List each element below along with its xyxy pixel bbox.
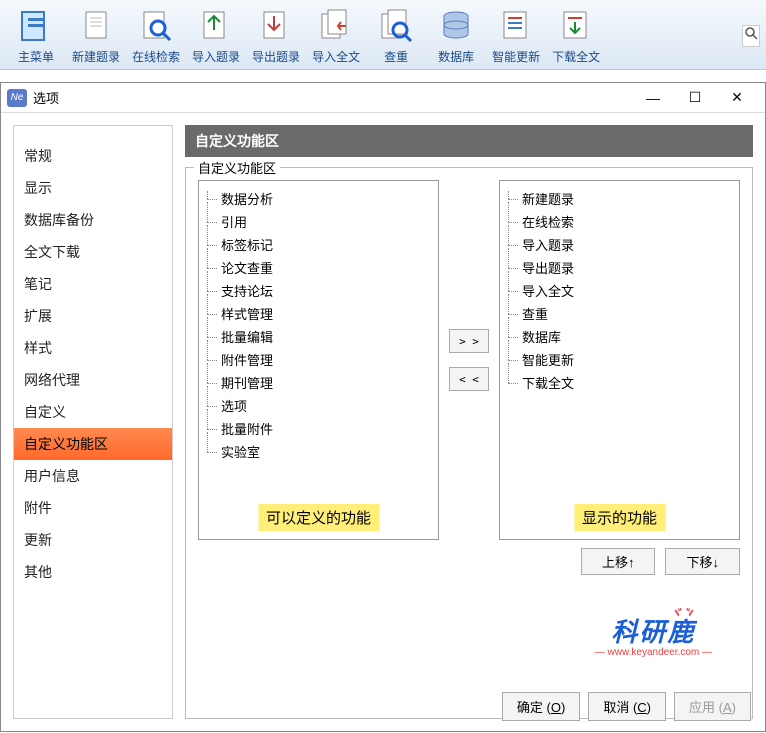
move-right-button[interactable]: > > (449, 329, 489, 353)
list-item[interactable]: 期刊管理 (203, 371, 434, 394)
options-sidebar: 常规显示数据库备份全文下载笔记扩展样式网络代理自定义自定义功能区用户信息附件更新… (13, 125, 173, 719)
antler-icon: ヾ (684, 604, 698, 621)
move-down-button[interactable]: 下移↓ (665, 548, 740, 575)
menu-icon (16, 6, 56, 46)
list-item[interactable]: 样式管理 (203, 302, 434, 325)
sidebar-item[interactable]: 样式 (14, 332, 172, 364)
available-listbox[interactable]: 数据分析引用标签标记论文查重支持论坛样式管理批量编辑附件管理期刊管理选项批量附件… (198, 180, 439, 540)
toolbar-label: 智能更新 (492, 48, 540, 65)
sidebar-item[interactable]: 数据库备份 (14, 204, 172, 236)
custom-ribbon-fieldset: 自定义功能区 数据分析引用标签标记论文查重支持论坛样式管理批量编辑附件管理期刊管… (185, 167, 753, 719)
list-item[interactable]: 选项 (203, 394, 434, 417)
toolbar-menu[interactable]: 主菜单 (6, 4, 66, 67)
dialog-title: 选项 (33, 88, 59, 107)
toolbar-export[interactable]: 导出题录 (246, 4, 306, 67)
export-icon (256, 6, 296, 46)
dedup-icon (376, 6, 416, 46)
toolbar-search-online[interactable]: 在线检索 (126, 4, 186, 67)
sidebar-item[interactable]: 常规 (14, 140, 172, 172)
toolbar-update[interactable]: 智能更新 (486, 4, 546, 67)
list-item[interactable]: 批量附件 (203, 417, 434, 440)
sidebar-item[interactable]: 附件 (14, 492, 172, 524)
search-online-icon (136, 6, 176, 46)
toolbar-label: 导入题录 (192, 48, 240, 65)
list-item[interactable]: 在线检索 (504, 210, 735, 233)
sidebar-item[interactable]: 自定义功能区 (14, 428, 172, 460)
toolbar-import-full[interactable]: 导入全文 (306, 4, 366, 67)
toolbar-label: 导入全文 (312, 48, 360, 65)
watermark: ヾ ヾ 科研鹿 — www.keyandeer.com — (595, 612, 712, 658)
sidebar-item[interactable]: 其他 (14, 556, 172, 588)
toolbar-label: 查重 (384, 48, 408, 65)
toolbar-label: 在线检索 (132, 48, 180, 65)
sidebar-item[interactable]: 自定义 (14, 396, 172, 428)
toolbar-label: 新建题录 (72, 48, 120, 65)
list-item[interactable]: 支持论坛 (203, 279, 434, 302)
download-icon (556, 6, 596, 46)
toolbar-label: 下载全文 (552, 48, 600, 65)
list-item[interactable]: 数据分析 (203, 187, 434, 210)
minimize-button[interactable]: ― (639, 88, 667, 108)
main-toolbar: 主菜单 新建题录 在线检索 导入题录 导出题录 导入全文 查重 数据库 智能更新… (0, 0, 766, 70)
sidebar-item[interactable]: 扩展 (14, 300, 172, 332)
list-item[interactable]: 批量编辑 (203, 325, 434, 348)
search-icon (744, 26, 758, 45)
sidebar-item[interactable]: 笔记 (14, 268, 172, 300)
app-icon: Ne (7, 89, 27, 107)
list-item[interactable]: 导出题录 (504, 256, 735, 279)
toolbar-import[interactable]: 导入题录 (186, 4, 246, 67)
list-item[interactable]: 引用 (203, 210, 434, 233)
apply-button[interactable]: 应用 (A) (674, 692, 751, 721)
list-item[interactable]: 附件管理 (203, 348, 434, 371)
toolbar-search[interactable] (742, 25, 760, 47)
list-item[interactable]: 查重 (504, 302, 735, 325)
ok-button[interactable]: 确定 (O) (502, 692, 580, 721)
sidebar-item[interactable]: 网络代理 (14, 364, 172, 396)
update-icon (496, 6, 536, 46)
sidebar-item[interactable]: 显示 (14, 172, 172, 204)
maximize-button[interactable]: ☐ (681, 88, 709, 108)
move-up-button[interactable]: 上移↑ (581, 548, 656, 575)
main-panel: 自定义功能区 自定义功能区 数据分析引用标签标记论文查重支持论坛样式管理批量编辑… (173, 113, 765, 731)
sidebar-item[interactable]: 全文下载 (14, 236, 172, 268)
list-item[interactable]: 智能更新 (504, 348, 735, 371)
list-item[interactable]: 新建题录 (504, 187, 735, 210)
toolbar-label: 导出题录 (252, 48, 300, 65)
new-icon (76, 6, 116, 46)
watermark-text: ヾ ヾ 科研鹿 (595, 612, 712, 649)
sidebar-item[interactable]: 用户信息 (14, 460, 172, 492)
database-icon (436, 6, 476, 46)
list-item[interactable]: 实验室 (203, 440, 434, 463)
fieldset-legend: 自定义功能区 (194, 158, 280, 177)
toolbar-label: 主菜单 (18, 48, 54, 65)
list-item[interactable]: 标签标记 (203, 233, 434, 256)
antler-icon: ヾ (670, 604, 684, 621)
list-item[interactable]: 导入全文 (504, 279, 735, 302)
list-item[interactable]: 论文查重 (203, 256, 434, 279)
toolbar-label: 数据库 (438, 48, 474, 65)
close-button[interactable]: ✕ (723, 88, 751, 108)
toolbar-new[interactable]: 新建题录 (66, 4, 126, 67)
cancel-button[interactable]: 取消 (C) (588, 692, 666, 721)
available-hint: 可以定义的功能 (258, 504, 379, 531)
list-item[interactable]: 下载全文 (504, 371, 735, 394)
dialog-footer: 确定 (O) 取消 (C) 应用 (A) (502, 692, 751, 721)
toolbar-download[interactable]: 下载全文 (546, 4, 606, 67)
shown-hint: 显示的功能 (574, 504, 665, 531)
dialog-titlebar: Ne 选项 ― ☐ ✕ (1, 83, 765, 113)
toolbar-database[interactable]: 数据库 (426, 4, 486, 67)
toolbar-dedup[interactable]: 查重 (366, 4, 426, 67)
list-item[interactable]: 数据库 (504, 325, 735, 348)
options-dialog: Ne 选项 ― ☐ ✕ 常规显示数据库备份全文下载笔记扩展样式网络代理自定义自定… (0, 82, 766, 732)
sidebar-item[interactable]: 更新 (14, 524, 172, 556)
move-left-button[interactable]: < < (449, 367, 489, 391)
panel-header: 自定义功能区 (185, 125, 753, 157)
import-icon (196, 6, 236, 46)
list-item[interactable]: 导入题录 (504, 233, 735, 256)
shown-listbox[interactable]: 新建题录在线检索导入题录导出题录导入全文查重数据库智能更新下载全文显示的功能 (499, 180, 740, 540)
import-full-icon (316, 6, 356, 46)
